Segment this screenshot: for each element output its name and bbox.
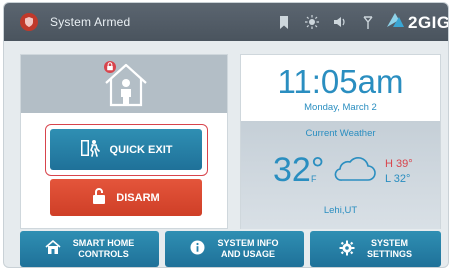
system-info-button[interactable]: SYSTEM INFO AND USAGE — [165, 231, 304, 267]
smart-home-label-line2: CONTROLS — [78, 249, 129, 259]
status-bar: System Armed 2GIG — [4, 3, 448, 41]
house-person-icon — [104, 61, 147, 107]
brand-name: 2GIG — [408, 12, 449, 32]
status-text: System Armed — [50, 15, 131, 29]
brand-logo: 2GIG — [385, 11, 449, 34]
clock-time: 11:05am — [277, 63, 404, 100]
disarm-label: DISARM — [116, 191, 160, 204]
clock-area: 11:05am Monday, March 2 — [241, 55, 440, 121]
quick-exit-button[interactable]: QUICK EXIT — [50, 129, 202, 170]
system-info-label-line2: AND USAGE — [220, 249, 275, 259]
wifi-icon[interactable] — [360, 14, 376, 30]
app-frame: System Armed 2GIG QUICK EXIT DISARM 11:0… — [3, 2, 449, 268]
system-info-label-line1: SYSTEM INFO — [217, 238, 279, 248]
smart-home-label-line1: SMART HOME — [72, 238, 135, 248]
weather-area[interactable]: Current Weather 32° F H 39° L 32° Lehi,U… — [241, 121, 440, 229]
smart-home-controls-button[interactable]: SMART HOME CONTROLS — [20, 231, 159, 267]
sun-icon[interactable] — [304, 14, 320, 30]
exit-door-icon — [80, 139, 100, 160]
temperature-unit: F — [311, 174, 317, 184]
speaker-icon[interactable] — [332, 14, 348, 30]
weather-title: Current Weather — [305, 128, 376, 139]
low-temperature: L 32° — [385, 173, 411, 185]
house-status-area — [21, 55, 227, 113]
system-settings-label-line1: SYSTEM — [370, 238, 408, 248]
disarm-button[interactable]: DISARM — [50, 179, 202, 216]
quick-exit-label: QUICK EXIT — [109, 143, 173, 156]
brand-logo-icon — [385, 11, 405, 34]
info-icon — [190, 240, 205, 258]
unlock-icon — [92, 188, 106, 207]
system-settings-label: SYSTEM SETTINGS — [367, 238, 412, 260]
clock-weather-panel: 11:05am Monday, March 2 Current Weather … — [240, 54, 441, 229]
system-settings-label-line2: SETTINGS — [366, 249, 412, 259]
quick-exit-highlight: QUICK EXIT — [45, 124, 208, 176]
alert-icon[interactable] — [20, 13, 38, 31]
current-temperature: 32° — [273, 151, 325, 189]
system-settings-button[interactable]: SYSTEM SETTINGS — [310, 231, 441, 267]
cloud-icon — [334, 157, 376, 181]
security-panel: QUICK EXIT DISARM — [20, 54, 228, 229]
bookmark-icon[interactable] — [276, 14, 292, 30]
smart-home-label: SMART HOME CONTROLS — [73, 238, 135, 260]
weather-city: Lehi,UT — [323, 205, 358, 216]
system-info-label: SYSTEM INFO AND USAGE — [217, 238, 278, 260]
high-temperature: H 39° — [385, 158, 413, 170]
clock-date: Monday, March 2 — [304, 102, 377, 113]
gear-icon — [339, 240, 355, 259]
home-icon — [45, 239, 61, 258]
status-icons — [276, 14, 376, 30]
